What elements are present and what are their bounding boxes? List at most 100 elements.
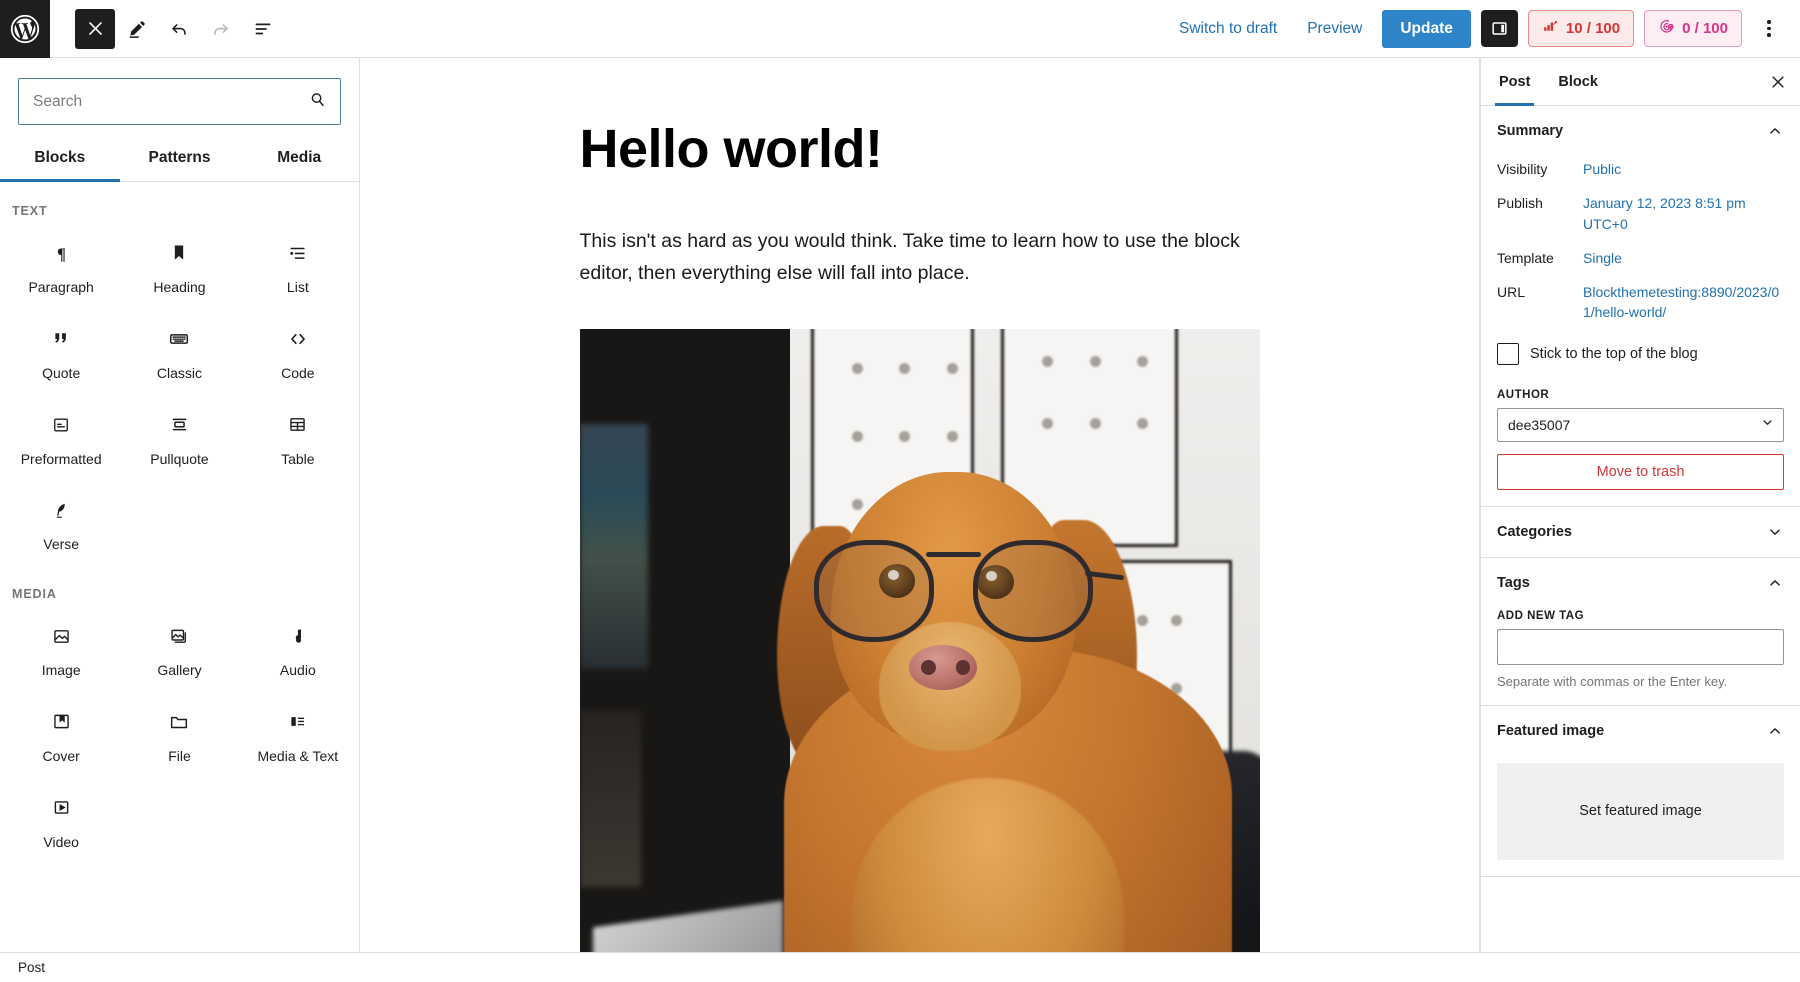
- page-title[interactable]: Hello world!: [580, 118, 1260, 180]
- redo-button[interactable]: [201, 9, 241, 49]
- block-label: File: [168, 748, 191, 765]
- bulleted-list-icon: [287, 238, 308, 268]
- template-value-button[interactable]: Single: [1583, 248, 1622, 268]
- heading-bookmark-icon: [169, 238, 189, 268]
- tab-media[interactable]: Media: [239, 134, 359, 181]
- update-button[interactable]: Update: [1382, 10, 1471, 48]
- block-item-quote[interactable]: Quote: [2, 308, 120, 394]
- quotation-marks-icon: [51, 324, 72, 354]
- text-blocks-grid: ¶ Paragraph Heading: [2, 222, 357, 565]
- block-label: Classic: [157, 365, 202, 382]
- block-item-video[interactable]: Video: [2, 777, 120, 863]
- kebab-vertical-icon[interactable]: [1752, 9, 1786, 49]
- block-item-preformatted[interactable]: Preformatted: [2, 394, 120, 480]
- block-label: Video: [43, 834, 79, 851]
- block-item-code[interactable]: Code: [239, 308, 357, 394]
- sticky-post-checkbox[interactable]: [1497, 343, 1519, 365]
- visibility-value-button[interactable]: Public: [1583, 159, 1621, 179]
- chevron-up-icon[interactable]: [1766, 574, 1784, 592]
- pullquote-bars-icon: [169, 410, 190, 440]
- sidebar-panels: Summary Visibility Public Publish Januar…: [1481, 106, 1800, 952]
- panel-categories-header[interactable]: Categories: [1497, 507, 1784, 555]
- block-item-media-text[interactable]: Media & Text: [239, 691, 357, 777]
- readability-score-text: 0 / 100: [1682, 20, 1728, 37]
- block-item-table[interactable]: Table: [239, 394, 357, 480]
- seo-score-badge[interactable]: 10 / 100: [1528, 10, 1634, 47]
- block-item-cover[interactable]: Cover: [2, 691, 120, 777]
- tab-block[interactable]: Block: [1544, 58, 1612, 105]
- block-item-audio[interactable]: Audio: [239, 605, 357, 691]
- block-item-gallery[interactable]: Gallery: [120, 605, 238, 691]
- add-new-tag-input[interactable]: [1497, 629, 1784, 665]
- panel-summary-header[interactable]: Summary: [1497, 106, 1784, 154]
- post-paragraph-block[interactable]: This isn't as hard as you would think. T…: [580, 226, 1260, 289]
- search-box[interactable]: [18, 78, 341, 125]
- readability-score-badge[interactable]: 0 / 100: [1644, 10, 1742, 47]
- block-item-heading[interactable]: Heading: [120, 222, 238, 308]
- publish-label: Publish: [1497, 193, 1583, 211]
- sticky-post-row: Stick to the top of the blog: [1497, 332, 1784, 371]
- cover-bookmark-icon: [51, 707, 72, 737]
- sticky-post-label: Stick to the top of the blog: [1530, 346, 1698, 362]
- tab-patterns[interactable]: Patterns: [120, 134, 240, 181]
- audio-note-icon: [287, 621, 308, 651]
- tab-blocks[interactable]: Blocks: [0, 134, 120, 181]
- author-select[interactable]: dee35007: [1497, 408, 1784, 442]
- preview-button[interactable]: Preview: [1297, 12, 1372, 46]
- verse-quill-icon: [51, 495, 72, 525]
- panel-tags-header[interactable]: Tags: [1497, 558, 1784, 606]
- switch-to-draft-button[interactable]: Switch to draft: [1169, 12, 1287, 46]
- search-input[interactable]: [19, 79, 340, 124]
- tools-edit-button[interactable]: [117, 9, 157, 49]
- set-featured-image-button[interactable]: Set featured image: [1497, 763, 1784, 860]
- panel-featured-image-title: Featured image: [1497, 723, 1604, 739]
- breadcrumb[interactable]: Post: [18, 960, 45, 975]
- undo-button[interactable]: [159, 9, 199, 49]
- chevron-down-icon[interactable]: [1766, 523, 1784, 541]
- sidebar-tabs: Post Block: [1481, 58, 1800, 106]
- gallery-stack-icon: [169, 621, 190, 651]
- panel-summary: Summary Visibility Public Publish Januar…: [1481, 106, 1800, 507]
- block-item-pullquote[interactable]: Pullquote: [120, 394, 238, 480]
- block-item-classic[interactable]: Classic: [120, 308, 238, 394]
- panel-featured-image: Featured image Set featured image: [1481, 706, 1800, 877]
- header-actions: Switch to draft Preview Update 10 / 100: [1169, 9, 1800, 49]
- url-value-button[interactable]: Blockthemetesting:8890/2023/01/hello-wor…: [1583, 282, 1784, 323]
- post-image-block[interactable]: [580, 329, 1260, 952]
- chevron-up-icon[interactable]: [1766, 722, 1784, 740]
- code-angle-brackets-icon: [287, 324, 309, 354]
- block-label: Pullquote: [150, 451, 208, 468]
- panel-summary-title: Summary: [1497, 123, 1563, 139]
- editor-canvas[interactable]: Hello world! This isn't as hard as you w…: [360, 58, 1480, 952]
- editor-tools-group: [50, 9, 283, 49]
- post-content: Hello world! This isn't as hard as you w…: [580, 58, 1260, 952]
- block-label: Heading: [153, 279, 205, 296]
- seo-rank-math-icon: [1542, 18, 1559, 39]
- summary-row-visibility: Visibility Public: [1497, 154, 1784, 188]
- block-item-list[interactable]: List: [239, 222, 357, 308]
- panel-featured-image-header[interactable]: Featured image: [1497, 706, 1784, 754]
- block-item-verse[interactable]: Verse: [2, 479, 120, 565]
- summary-row-template: Template Single: [1497, 243, 1784, 277]
- table-grid-icon: [287, 410, 308, 440]
- block-label: Image: [42, 662, 81, 679]
- chevron-up-icon[interactable]: [1766, 122, 1784, 140]
- close-sidebar-button[interactable]: [1760, 64, 1796, 100]
- block-label: Cover: [42, 748, 79, 765]
- list-view-button[interactable]: [243, 9, 283, 49]
- block-label: Audio: [280, 662, 316, 679]
- inserter-block-list: TEXT ¶ Paragraph Heading: [0, 182, 359, 952]
- block-item-image[interactable]: Image: [2, 605, 120, 691]
- url-label: URL: [1497, 282, 1583, 300]
- add-new-tag-label: ADD NEW TAG: [1497, 610, 1784, 622]
- settings-sidebar-toggle-button[interactable]: [1481, 10, 1518, 47]
- block-item-paragraph[interactable]: ¶ Paragraph: [2, 222, 120, 308]
- block-item-file[interactable]: File: [120, 691, 238, 777]
- wordpress-logo-icon[interactable]: [0, 0, 50, 58]
- inserter-search-area: [0, 58, 359, 125]
- tab-post[interactable]: Post: [1485, 58, 1544, 105]
- publish-value-button[interactable]: January 12, 2023 8:51 pm UTC+0: [1583, 193, 1784, 234]
- move-to-trash-button[interactable]: Move to trash: [1497, 454, 1784, 490]
- close-inserter-button[interactable]: [75, 9, 115, 49]
- visibility-label: Visibility: [1497, 159, 1583, 177]
